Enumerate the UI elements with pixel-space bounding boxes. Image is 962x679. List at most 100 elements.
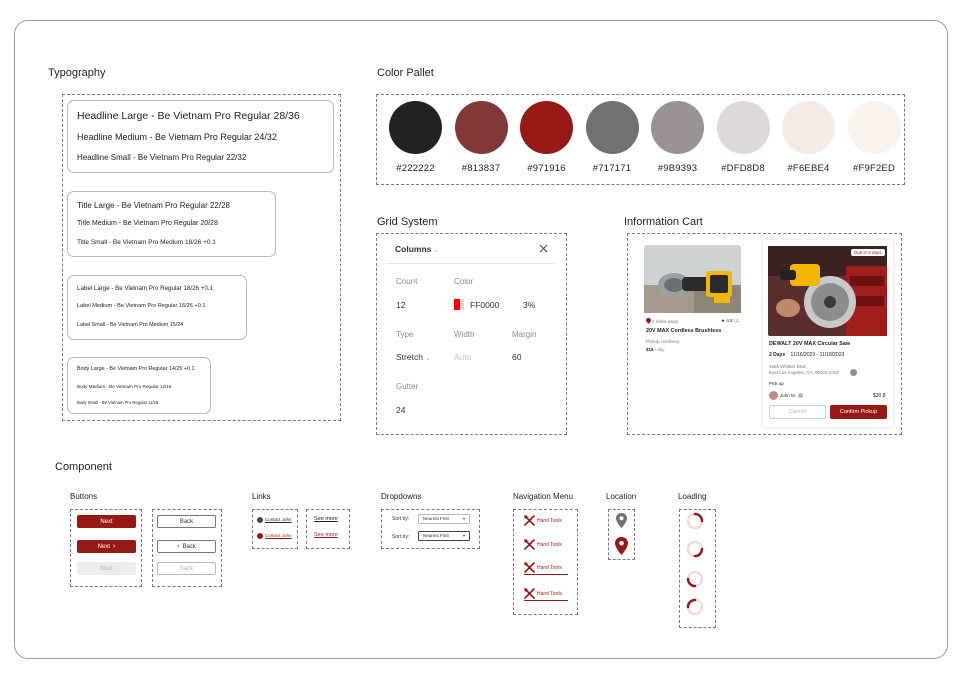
cancel-button[interactable]: Cancel xyxy=(769,405,826,419)
color-hex-label: #717171 xyxy=(592,163,632,174)
grid-color-swatch[interactable] xyxy=(454,299,464,310)
nav-item-label: Hand Tools xyxy=(537,518,562,524)
headline-medium: Headline Medium - Be Vietnam Pro Regular… xyxy=(77,132,277,142)
sort-dropdown-focused[interactable]: Nearest First ▾ xyxy=(418,531,470,541)
tools-icon xyxy=(524,562,535,573)
address-line-2: East Los Angeles, CA, 90022-2422 xyxy=(769,370,840,375)
product-mode: Pickup / Delivery xyxy=(646,339,680,344)
body-large: Body Large - Be Vietnam Pro Regular 14/2… xyxy=(77,366,195,372)
price-value: $15 xyxy=(646,347,654,352)
color-heading: Color Pallet xyxy=(377,67,434,79)
address-line-1: 4565 Whittier Blvd xyxy=(769,364,806,369)
due-badge: Due in 2 days xyxy=(851,249,885,256)
back-arrow-button[interactable]: ‹ Back xyxy=(157,540,216,553)
color-swatch xyxy=(454,101,508,154)
nav-title: Navigation Menu xyxy=(513,492,574,501)
avatar xyxy=(257,533,263,539)
contact-link[interactable]: Contact John xyxy=(265,517,292,522)
color-swatch xyxy=(585,101,639,154)
grid-columns-title[interactable]: Columns ⌄ xyxy=(395,244,439,254)
color-hex-label: #971916 xyxy=(527,163,566,174)
see-more-link-active[interactable]: See more xyxy=(314,532,338,538)
avatar xyxy=(257,517,263,523)
product-price: $15 / day xyxy=(646,347,665,352)
color-hex-label: #813837 xyxy=(461,163,501,174)
body-card: Body Large - Be Vietnam Pro Regular 14/2… xyxy=(67,357,211,414)
see-more-link[interactable]: See more xyxy=(314,516,338,522)
location-pin-active-icon[interactable] xyxy=(615,537,628,555)
nav-item-hand-tools[interactable]: Hand Tools xyxy=(524,538,568,552)
sort-label: Sort by: xyxy=(392,516,410,522)
loading-spinner-icon xyxy=(686,512,704,530)
color-swatch xyxy=(716,101,770,154)
info-heading: Information Cart xyxy=(624,216,703,228)
avatar xyxy=(769,391,778,400)
links-title: Links xyxy=(252,492,271,501)
nav-item-label: Hand Tools xyxy=(537,542,562,548)
gutter-value[interactable]: 24 xyxy=(396,405,405,415)
rating-value: 4.8 xyxy=(726,318,733,323)
next-button[interactable]: Next xyxy=(77,515,136,528)
distance: 2 miles away xyxy=(652,319,679,324)
loading-spinner-icon xyxy=(686,570,704,588)
chevron-down-icon: ⌄ xyxy=(433,248,439,254)
color-hex-label: #9B9393 xyxy=(657,163,698,174)
count-label: Count xyxy=(396,277,418,286)
location-pin-icon xyxy=(646,318,651,324)
margin-value[interactable]: 60 xyxy=(512,352,521,362)
body-medium: Body Medium - Be Vietnam Pro Regular 12/… xyxy=(77,384,172,389)
next-disabled-button: Next xyxy=(77,562,136,575)
opacity-value[interactable]: 3% xyxy=(523,300,535,310)
nav-item-hand-tools[interactable]: Hand Tools xyxy=(524,587,568,601)
price-period: / day xyxy=(654,347,665,352)
headline-card: Headline Large - Be Vietnam Pro Regular … xyxy=(67,100,334,173)
nav-active-underline xyxy=(524,574,568,575)
nav-item-label: Hand Tools xyxy=(537,565,562,571)
label-small: Label Small - Be Vietnam Pro Medium 15/2… xyxy=(77,322,184,328)
nav-item-hand-tools[interactable]: Hand Tools xyxy=(524,561,568,575)
close-icon[interactable] xyxy=(539,244,548,253)
dropdowns-title: Dropdowns xyxy=(381,492,422,501)
nav-active-underline xyxy=(524,600,568,601)
loading-title: Loading xyxy=(678,492,707,501)
title-small: Title Small - Be Vietnam Pro Medium 18/2… xyxy=(77,239,216,246)
width-label: Width xyxy=(454,330,475,339)
see-more-links-panel xyxy=(306,509,350,549)
user-name: John M. xyxy=(780,393,797,398)
nav-item-hand-tools[interactable]: Hand Tools xyxy=(524,514,568,528)
gutter-label: Gutter xyxy=(396,382,419,391)
rating: ★ 4.8 (1) xyxy=(721,318,739,324)
count-value[interactable]: 12 xyxy=(396,300,405,310)
chevron-right-icon: › xyxy=(113,543,116,550)
next-arrow-button[interactable]: Next › xyxy=(77,540,136,553)
color-hex-label: #F9F2ED xyxy=(852,163,896,174)
component-heading: Component xyxy=(55,461,112,473)
color-label: Color xyxy=(454,277,474,286)
chevron-left-icon: ‹ xyxy=(177,543,180,550)
type-select[interactable]: Stretch ⌄ xyxy=(396,352,430,362)
title-large: Title Large - Be Vietnam Pro Regular 22/… xyxy=(77,201,230,210)
back-button[interactable]: Back xyxy=(157,515,216,528)
back-arrow-label: Back xyxy=(182,543,196,550)
width-value[interactable]: Auto xyxy=(454,352,472,362)
location-title: Location xyxy=(606,492,637,501)
color-swatch xyxy=(847,101,901,154)
body-small: Body Small - Be Vietnam Pro Regular 11/1… xyxy=(77,400,159,405)
color-swatch xyxy=(782,101,835,154)
contact-links-panel xyxy=(252,509,298,549)
color-value[interactable]: FF0000 xyxy=(470,300,499,310)
color-swatch xyxy=(389,101,442,154)
directions-icon[interactable] xyxy=(850,369,857,376)
caret-down-icon: ▾ xyxy=(462,533,465,538)
rental-dates: 2 Days 11/16/2023 - 11/18/2023 xyxy=(769,352,844,358)
buttons-title: Buttons xyxy=(70,492,98,501)
contact-link-active[interactable]: Contact John xyxy=(265,533,292,538)
loading-spinner-icon xyxy=(686,598,704,616)
chat-icon[interactable] xyxy=(798,393,803,398)
typography-heading: Typography xyxy=(48,67,106,79)
loading-spinner-icon xyxy=(686,540,704,558)
sort-dropdown[interactable]: Nearest First ▾ xyxy=(418,514,470,524)
color-hex-label: #222222 xyxy=(396,163,435,174)
location-pin-icon[interactable] xyxy=(616,513,627,528)
confirm-pickup-button[interactable]: Confirm Pickup xyxy=(830,405,887,419)
